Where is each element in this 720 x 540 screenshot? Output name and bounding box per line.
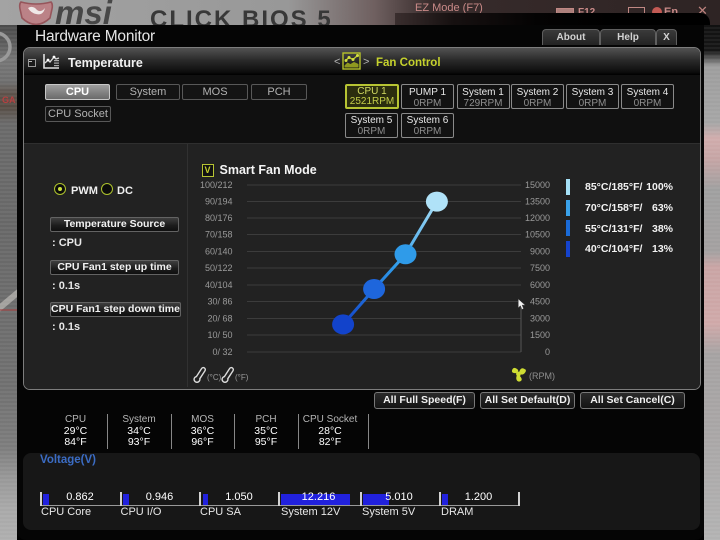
svg-text:7500: 7500	[530, 263, 550, 273]
svg-text:10/ 50: 10/ 50	[207, 330, 232, 340]
svg-text:(RPM): (RPM)	[529, 371, 555, 381]
svg-text:0: 0	[545, 347, 550, 357]
svg-text:40/104: 40/104	[205, 280, 233, 290]
svg-text:70/158: 70/158	[205, 230, 233, 240]
svg-text:3000: 3000	[530, 313, 550, 323]
svg-text:13500: 13500	[525, 197, 550, 207]
svg-text:50/122: 50/122	[205, 263, 233, 273]
svg-text:(°C): (°C)	[207, 373, 222, 382]
svg-text:9000: 9000	[530, 247, 550, 257]
svg-text:0/ 32: 0/ 32	[212, 347, 232, 357]
svg-text:6000: 6000	[530, 280, 550, 290]
svg-text:30/ 86: 30/ 86	[207, 297, 232, 307]
svg-text:90/194: 90/194	[205, 197, 233, 207]
svg-text:10500: 10500	[525, 230, 550, 240]
svg-text:12000: 12000	[525, 213, 550, 223]
svg-text:(°F): (°F)	[235, 373, 249, 382]
svg-text:1500: 1500	[530, 330, 550, 340]
svg-text:4500: 4500	[530, 297, 550, 307]
svg-text:20/ 68: 20/ 68	[207, 313, 232, 323]
svg-text:60/140: 60/140	[205, 247, 233, 257]
svg-text:100/212: 100/212	[200, 180, 233, 190]
svg-text:80/176: 80/176	[205, 213, 233, 223]
svg-text:15000: 15000	[525, 180, 550, 190]
